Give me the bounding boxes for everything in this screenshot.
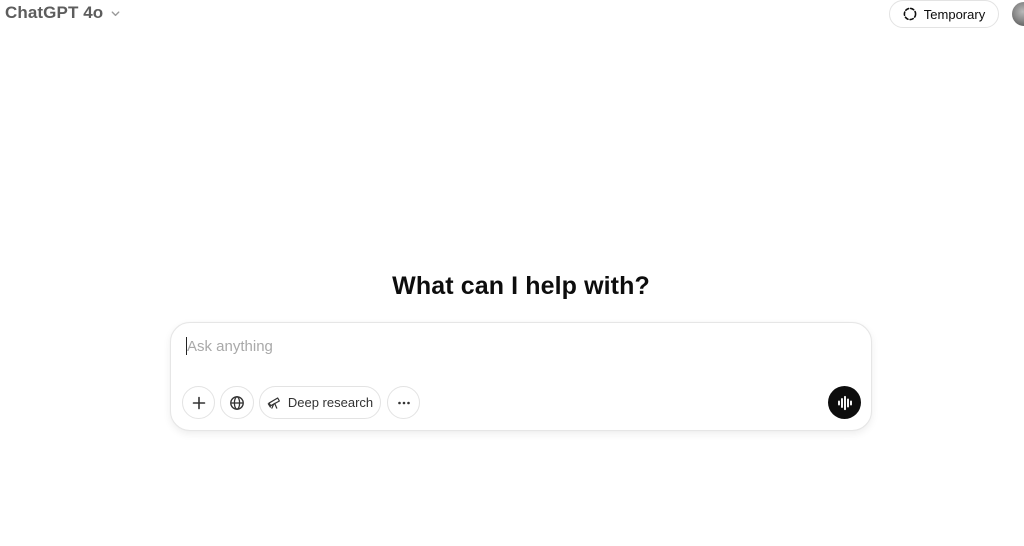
globe-icon [229,395,245,411]
voice-waveform-icon [836,394,854,412]
page-title: What can I help with? [392,272,650,300]
ellipsis-icon [396,395,412,411]
dashed-circle-icon [903,7,917,21]
attach-button[interactable] [182,386,215,419]
chevron-down-icon [109,7,121,19]
voice-mode-button[interactable] [828,386,861,419]
telescope-icon [267,395,282,410]
deep-research-label: Deep research [287,395,374,410]
temporary-chat-button[interactable]: Temporary [889,0,999,28]
more-tools-button[interactable] [387,386,420,419]
deep-research-button[interactable]: Deep research [259,386,381,419]
avatar[interactable] [1012,2,1024,26]
text-caret [186,337,187,355]
model-name: ChatGPT 4o [5,3,104,22]
prompt-composer: Deep research [170,322,872,431]
temporary-label: Temporary [923,6,986,22]
plus-icon [191,395,207,411]
model-switcher[interactable]: ChatGPT 4o [5,2,121,24]
prompt-input[interactable] [185,335,847,357]
chat-page: ChatGPT 4o Temporary What can I help wit… [0,0,1024,546]
search-web-button[interactable] [220,386,254,419]
